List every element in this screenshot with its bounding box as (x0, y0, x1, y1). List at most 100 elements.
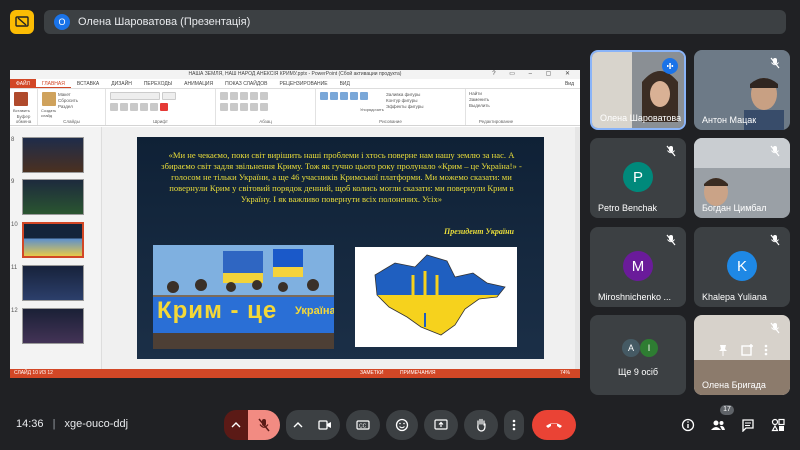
ppt-ribbon-tabs: ФАЙЛ ГЛАВНАЯ ВСТАВКА ДИЗАЙН ПЕРЕХОДЫ АНИ… (10, 79, 580, 89)
presenter-avatar: О (54, 14, 70, 30)
bullets-icon (220, 92, 228, 100)
leave-call-button[interactable] (532, 410, 576, 440)
align-right-icon (240, 103, 248, 111)
tab-review: РЕЦЕНЗИРОВАНИЕ (279, 81, 328, 87)
slide-quote: «Ми не чекаємо, поки світ вирішить наші … (161, 150, 522, 204)
ppt-ribbon: Вставить Буфер обмена Макет Сбросить Раз… (10, 89, 580, 126)
line-spacing-icon (260, 92, 268, 100)
video-options-button[interactable] (286, 410, 310, 440)
participant-count-badge: 17 (720, 405, 734, 415)
more-options-icon[interactable] (764, 343, 768, 362)
present-button[interactable] (424, 410, 458, 440)
slide-thumb-10 (22, 222, 84, 258)
tab-animation: АНИМАЦИЯ (184, 81, 214, 87)
participant-tile-olena-bryhada[interactable]: Олена Бригада (694, 315, 790, 395)
participant-name: Олена Шароватова (600, 113, 682, 123)
tab-file: ФАЙЛ (10, 79, 36, 88)
rally-photo: Крим - це Україна (153, 245, 334, 349)
paste-label: Вставить (13, 108, 30, 113)
window-controls-icon: ? ▭ – ▢ ✕ (492, 71, 576, 77)
new-slide-icon (42, 92, 56, 106)
group-label: Буфер обмена (15, 114, 32, 124)
present-to-all-icon[interactable] (10, 10, 34, 34)
slide-counter: СЛАЙД 10 ИЗ 12 (14, 370, 53, 376)
indent-icon (240, 92, 248, 100)
mic-off-icon (768, 144, 782, 158)
ppt-title-bar: НАША ЗЕМЛЯ, НАШ НАРОД АНЕКСІЯ КРИМУ.pptx… (10, 70, 580, 79)
raise-hand-button[interactable] (464, 410, 498, 440)
layout-label: Макет (58, 92, 71, 97)
banner-text-2: Україна (295, 305, 334, 317)
participant-tile-petro[interactable]: P Petro Benchak (590, 138, 686, 218)
info-icon (681, 418, 695, 432)
activities-button[interactable] (770, 418, 786, 432)
shape-icon (320, 92, 328, 100)
mic-off-icon (664, 233, 678, 247)
reactions-button[interactable] (386, 410, 418, 440)
thumb-number: 10 (11, 222, 18, 228)
add-tile-icon[interactable] (740, 343, 754, 362)
people-button[interactable] (710, 418, 726, 432)
participant-tile-bohdan[interactable]: Богдан Цимбал (694, 138, 790, 218)
participant-tile-olena[interactable]: Олена Шароватова (590, 50, 686, 130)
comments-label: ПРИМЕЧАНИЯ (400, 370, 436, 376)
participant-name: Miroshnichenko ... (598, 292, 672, 302)
ppt-window-title: НАША ЗЕМЛЯ, НАШ НАРОД АНЕКСІЯ КРИМУ.pptx… (188, 71, 402, 77)
camera-toggle-button[interactable] (310, 410, 340, 440)
chat-button[interactable] (740, 418, 756, 432)
mic-off-icon (768, 321, 782, 335)
shape-effects-label: Эффекты фигуры (386, 104, 424, 109)
shape-icon (330, 92, 338, 100)
microphone-toggle-button[interactable] (248, 410, 280, 440)
slide-thumb-8 (22, 137, 84, 173)
group-label: Рисование (379, 119, 402, 124)
group-label: Шрифт (153, 119, 168, 124)
participant-tile-miroshnichenko[interactable]: M Miroshnichenko ... (590, 227, 686, 307)
font-color-icon (160, 103, 168, 111)
pin-icon[interactable] (716, 343, 730, 362)
create-slide-label: Создать слайд (41, 108, 57, 118)
chevron-up-icon (293, 422, 303, 428)
numbering-icon (230, 92, 238, 100)
shape-outline-label: Контур фигуры (386, 98, 418, 103)
participant-name: Khalepa Yuliana (702, 292, 767, 302)
more-options-button[interactable] (504, 410, 524, 440)
meeting-info: 14:36 | xge-ouco-ddj (16, 418, 129, 430)
crimea-map (355, 247, 517, 347)
shadow-icon (150, 103, 158, 111)
slide-thumbnails: 8 9 10 11 12 (10, 127, 102, 369)
audio-options-button[interactable] (224, 410, 248, 440)
chat-icon (742, 419, 754, 432)
font-name-field (110, 92, 160, 100)
ribbon-group-paragraph: Абзац (216, 89, 316, 125)
current-time: 14:36 (16, 418, 44, 430)
columns-icon (260, 103, 268, 111)
present-screen-icon (434, 419, 448, 430)
presentation-title: Олена Шароватова (Презентація) (78, 16, 251, 28)
shared-screen: НАША ЗЕМЛЯ, НАШ НАРОД АНЕКСІЯ КРИМУ.pptx… (10, 70, 580, 378)
find-label: Найти (469, 91, 482, 96)
participant-name: Олена Бригада (702, 380, 766, 390)
hang-up-icon (546, 423, 562, 428)
arrange-label: Упорядочить (360, 107, 384, 112)
strikethrough-icon (140, 103, 148, 111)
meeting-details-button[interactable] (680, 418, 696, 432)
participant-avatar: M (623, 251, 653, 281)
presentation-banner: О Олена Шароватова (Презентація) (44, 10, 786, 34)
underline-icon (130, 103, 138, 111)
captions-button[interactable]: CC (346, 410, 380, 440)
outdent-icon (250, 92, 258, 100)
ppt-workspace: 8 9 10 11 12 «Ми не чекаємо, поки світ в… (10, 127, 580, 369)
captions-icon: CC (356, 420, 370, 430)
reset-label: Сбросить (58, 98, 79, 103)
emoji-icon (395, 418, 409, 432)
align-center-icon (230, 103, 238, 111)
participant-tile-anton[interactable]: Антон Мацак (694, 50, 790, 130)
participant-avatar: A (622, 339, 640, 357)
participant-tile-khalepa[interactable]: K Khalepa Yuliana (694, 227, 790, 307)
shape-icon (360, 92, 368, 100)
participant-name: Богдан Цимбал (702, 203, 767, 213)
participant-tile-others[interactable]: A I Ще 9 осіб (590, 315, 686, 395)
participant-avatar: I (640, 339, 658, 357)
slide-thumb-11 (22, 265, 84, 301)
